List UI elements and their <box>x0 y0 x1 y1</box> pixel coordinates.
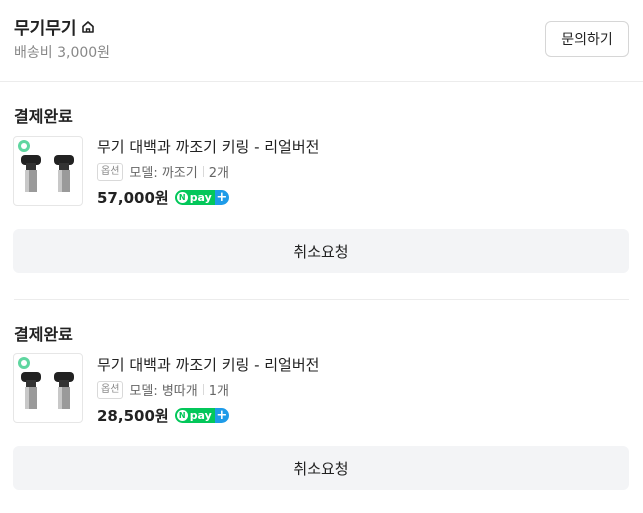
npay-badge: Npay + <box>174 408 229 423</box>
product-option: 옵션 모델: 병따개 1개 <box>97 380 229 399</box>
cancel-request-button[interactable]: 취소요청 <box>13 229 629 273</box>
divider <box>14 299 629 300</box>
product-name[interactable]: 무기 대백과 까조기 키링 - 리얼버전 <box>97 136 319 157</box>
order-status: 결제완료 <box>14 325 73 344</box>
plus-icon: + <box>214 190 229 205</box>
plus-icon: + <box>214 408 229 423</box>
product-name[interactable]: 무기 대백과 까조기 키링 - 리얼버전 <box>97 354 319 375</box>
price: 28,500원 <box>97 407 169 425</box>
price-row: 28,500원 Npay + <box>97 405 229 426</box>
npay-n-icon: N <box>176 192 188 203</box>
price: 57,000원 <box>97 189 169 207</box>
store-name[interactable]: 무기무기 <box>14 14 96 39</box>
store-name-label[interactable]: 무기무기 <box>14 14 77 39</box>
home-icon[interactable] <box>80 19 96 35</box>
product-image <box>18 357 74 409</box>
product-thumbnail[interactable] <box>13 136 83 206</box>
price-row: 57,000원 Npay + <box>97 187 229 208</box>
shipping-fee: 배송비 3,000원 <box>14 45 111 61</box>
option-divider <box>202 166 204 177</box>
option-divider <box>202 384 204 395</box>
option-badge: 옵션 <box>97 162 124 181</box>
option-badge: 옵션 <box>97 380 124 399</box>
inquiry-button[interactable]: 문의하기 <box>545 21 629 57</box>
option-text: 모델: 병따개 <box>129 384 198 399</box>
npay-badge: Npay + <box>174 190 229 205</box>
quantity: 2개 <box>208 166 229 181</box>
order-status: 결제완료 <box>14 107 73 126</box>
product-image <box>18 140 74 192</box>
product-option: 옵션 모델: 까조기 2개 <box>97 162 229 181</box>
option-text: 모델: 까조기 <box>129 166 198 181</box>
product-thumbnail[interactable] <box>13 353 83 423</box>
npay-n-icon: N <box>176 410 188 421</box>
cancel-request-button[interactable]: 취소요청 <box>13 446 629 490</box>
store-header: 무기무기 배송비 3,000원 문의하기 <box>0 0 643 82</box>
quantity: 1개 <box>208 384 229 399</box>
